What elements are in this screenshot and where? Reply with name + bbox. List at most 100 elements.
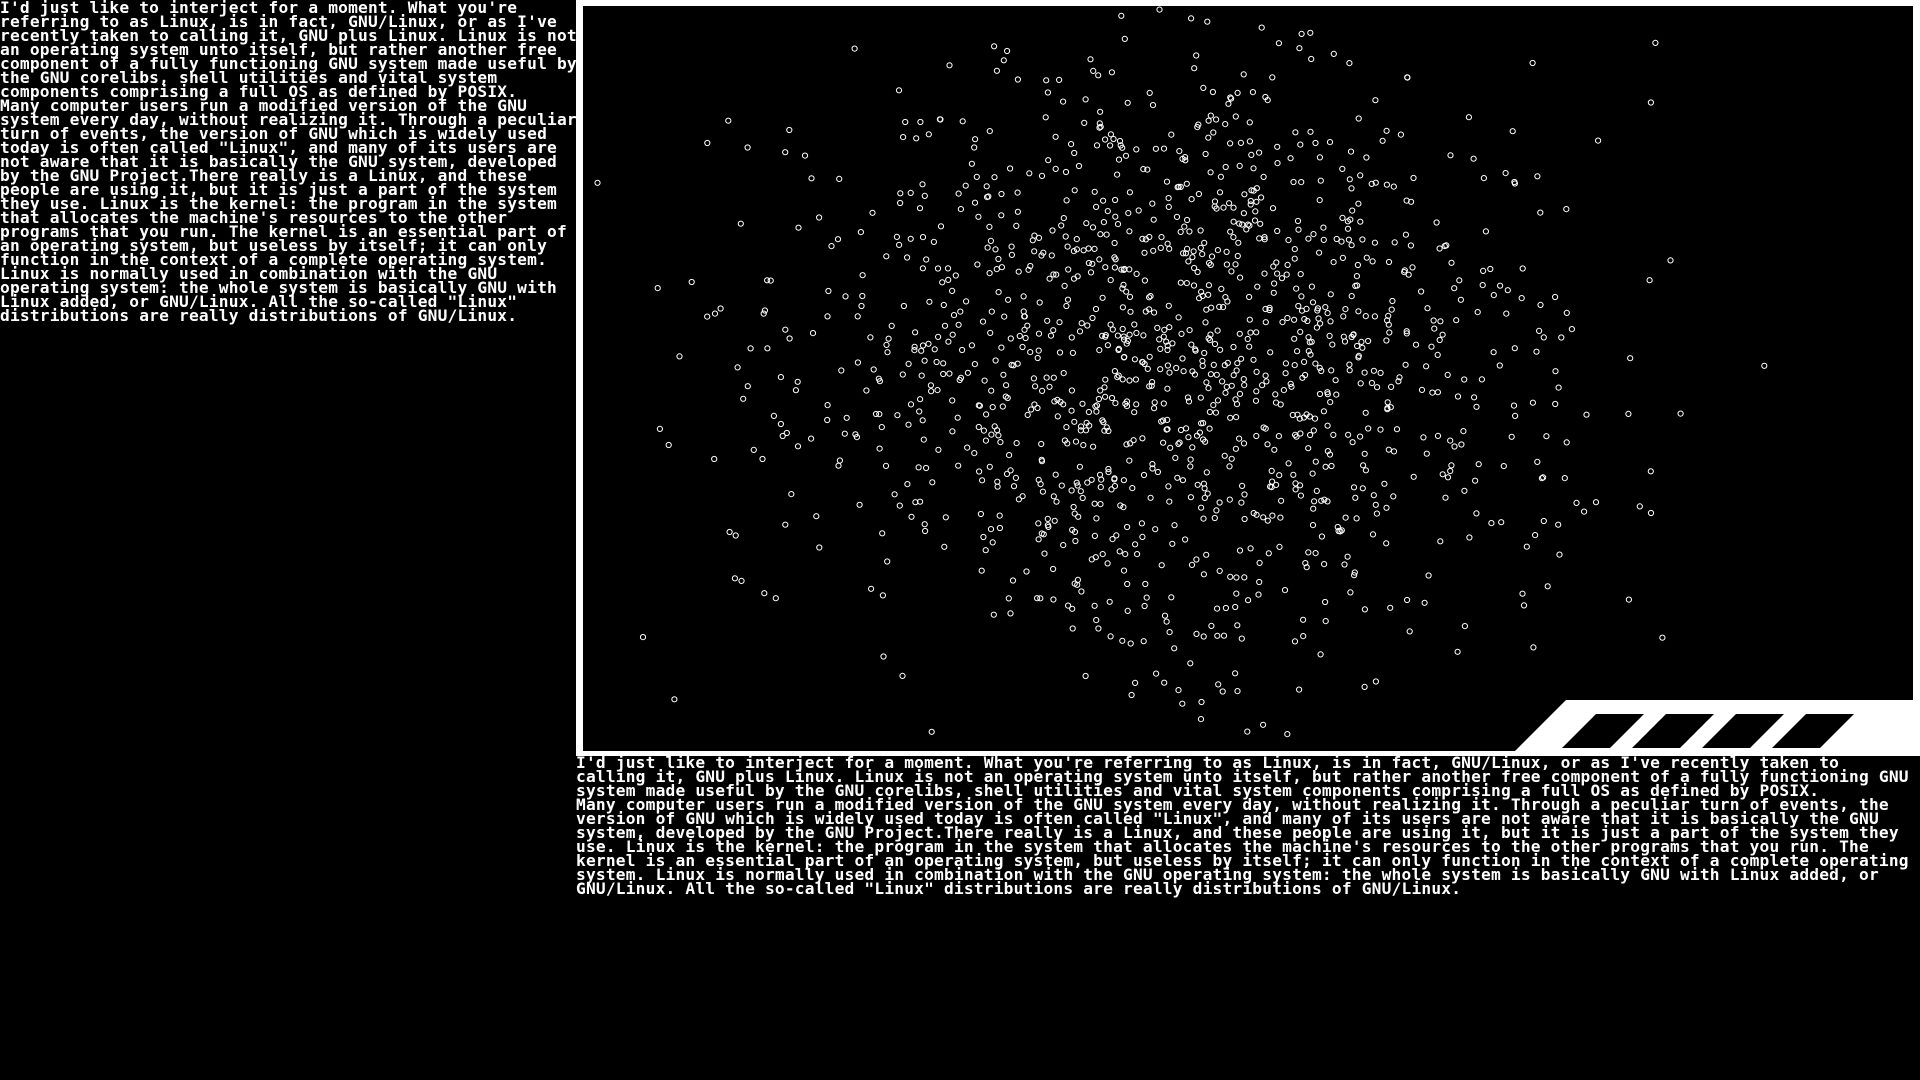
particle [893,233,900,240]
particle [1230,218,1237,225]
particle [1460,428,1467,435]
particle [1022,334,1029,342]
particle [1016,332,1023,340]
particle [1232,445,1240,452]
particle [1292,486,1299,493]
particle [1163,618,1170,625]
particle [842,293,849,300]
particle [1133,146,1140,153]
particle [1099,551,1106,558]
particle [1374,384,1381,391]
particle [1253,368,1260,375]
particle [1292,129,1299,136]
particle [1451,443,1458,450]
particle [1198,504,1205,511]
particle [1318,533,1326,540]
particle [1369,258,1376,265]
particle [859,292,866,300]
particle [1122,152,1130,159]
stripe-banner [1514,700,1920,752]
particle [1050,493,1057,500]
particle [1327,318,1334,325]
particle [1054,413,1061,420]
particle [1198,698,1205,706]
particle [1425,572,1432,579]
particle [1202,319,1209,326]
particle [1563,206,1570,213]
particle [1172,454,1179,461]
particle [1647,468,1654,475]
particle [1020,308,1027,315]
particle [1253,329,1260,336]
particle [1272,391,1279,398]
particle [1346,176,1353,183]
particle [940,301,947,309]
particle [1284,731,1291,738]
particle [883,341,890,348]
particle [1283,271,1290,278]
particle [704,139,711,147]
particle [1276,543,1283,551]
particle-viewport[interactable] [583,6,1913,751]
particle [1625,596,1633,603]
particle [998,212,1005,219]
particle [986,270,993,277]
particle [639,634,647,641]
particle [1497,282,1504,289]
particle [856,501,863,508]
particle [824,313,831,320]
particle [1236,435,1243,442]
particle [834,236,842,243]
particle [1053,498,1060,505]
particle [1029,237,1036,244]
particle [1161,326,1168,333]
particle [918,347,925,354]
particle [1014,208,1021,215]
particle [998,190,1005,198]
particle [1064,296,1072,303]
particle [1291,362,1298,369]
particle [1372,678,1380,685]
particle [1377,426,1384,433]
particle [1241,491,1248,498]
particle [907,401,915,408]
particle [993,266,1000,273]
particle [1293,285,1300,292]
particle [1482,228,1490,235]
particle [1647,509,1655,517]
particle [954,414,961,421]
particle [1433,219,1440,226]
particle [1269,205,1277,212]
particle [899,371,906,378]
particle [1065,266,1072,273]
particle [1109,326,1116,333]
particle [1520,602,1528,609]
particle [770,412,777,419]
particle [1480,267,1487,274]
particle [1237,274,1244,281]
particle [1156,336,1163,343]
particle [1360,462,1367,469]
particle [1007,165,1014,172]
particle [876,411,883,418]
particle [1173,213,1181,220]
particle [1087,56,1094,63]
particle [1190,282,1198,289]
particle [1339,254,1347,261]
particle [1139,533,1146,541]
particle [1090,443,1097,450]
particle [937,223,945,230]
particle [1105,469,1112,476]
particle [1340,313,1347,320]
particle [952,272,959,279]
particle [1044,515,1051,523]
particle [1256,559,1263,567]
particle [1232,670,1239,677]
particle [908,513,915,520]
particle [1114,171,1121,178]
particle [1151,399,1158,406]
particle [1359,344,1366,351]
particle [1207,169,1214,176]
particle [1537,301,1544,308]
particle [1307,128,1314,135]
